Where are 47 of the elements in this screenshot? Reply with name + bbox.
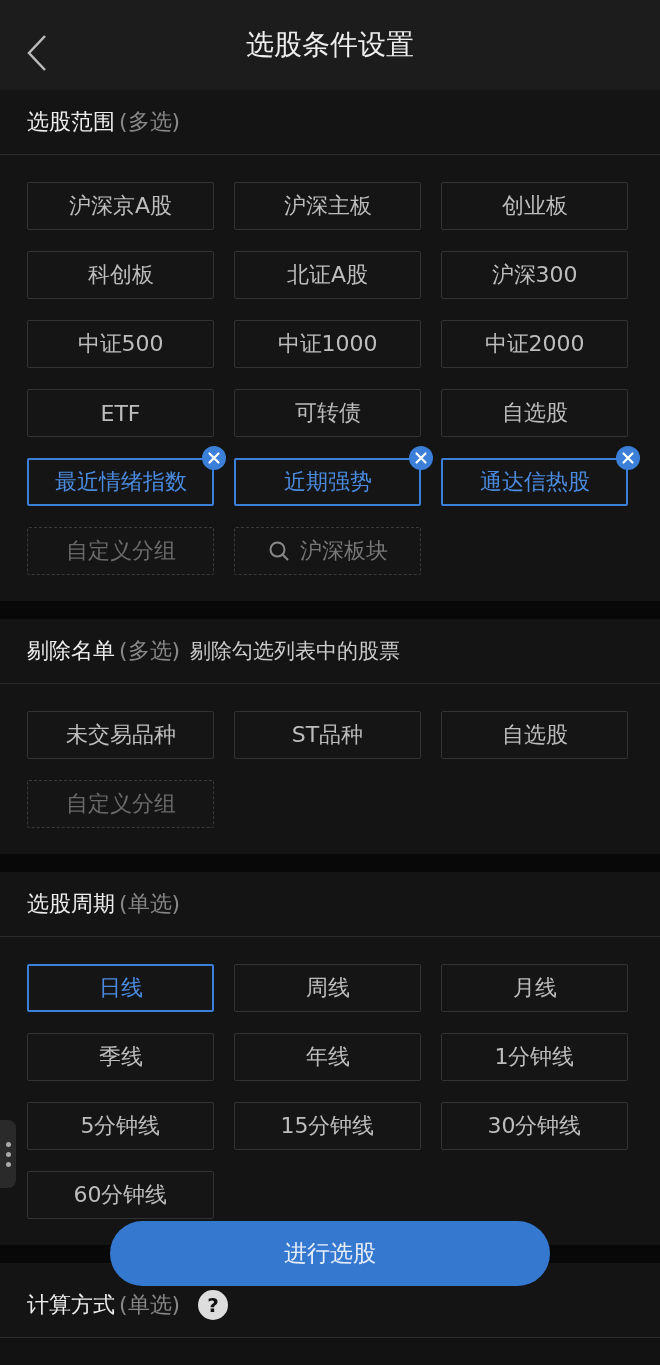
option-chip[interactable]: 通达信热股	[441, 458, 628, 506]
remove-icon[interactable]	[202, 446, 226, 470]
option-chip[interactable]: 中证1000	[234, 320, 421, 368]
help-icon[interactable]: ?	[198, 1290, 229, 1320]
option-chip[interactable]: 沪深主板	[234, 182, 421, 230]
option-chip[interactable]: 沪深300	[441, 251, 628, 299]
section-title: 计算方式	[27, 1291, 115, 1319]
option-chip[interactable]: 月线	[441, 964, 628, 1012]
section-title: 选股周期	[27, 890, 115, 918]
option-chip[interactable]: 北证A股	[234, 251, 421, 299]
option-chip[interactable]: 60分钟线	[27, 1171, 214, 1219]
option-chip[interactable]: 1分钟线	[441, 1033, 628, 1081]
section-title: 选股范围	[27, 108, 115, 136]
option-chip[interactable]: 5分钟线	[27, 1102, 214, 1150]
option-chip[interactable]: 最近情绪指数	[27, 458, 214, 506]
option-chip[interactable]: ETF	[27, 389, 214, 437]
option-chip[interactable]: 中证2000	[441, 320, 628, 368]
section-title: 剔除名单	[27, 637, 115, 665]
option-chip[interactable]: ST品种	[234, 711, 421, 759]
option-chip[interactable]: 近期强势	[234, 458, 421, 506]
option-chip[interactable]: 周线	[234, 964, 421, 1012]
section-hint: (单选)	[119, 890, 181, 918]
section-hint: (多选)	[119, 637, 181, 665]
page-title: 选股条件设置	[246, 27, 414, 63]
option-chip[interactable]: 自选股	[441, 389, 628, 437]
side-handle[interactable]	[0, 1120, 16, 1188]
run-button[interactable]: 进行选股	[110, 1221, 550, 1286]
section-note: 剔除勾选列表中的股票	[190, 638, 401, 665]
option-chip[interactable]: 30分钟线	[441, 1102, 628, 1150]
remove-icon[interactable]	[409, 446, 433, 470]
option-chip[interactable]: 自选股	[441, 711, 628, 759]
search-icon	[267, 540, 290, 562]
option-chip[interactable]: 季线	[27, 1033, 214, 1081]
search-chip[interactable]: 沪深板块	[234, 527, 421, 575]
option-chip[interactable]: 沪深京A股	[27, 182, 214, 230]
option-chip[interactable]: 日线	[27, 964, 214, 1012]
back-icon[interactable]	[26, 33, 48, 73]
option-chip[interactable]: 未交易品种	[27, 711, 214, 759]
section-hint: (单选)	[119, 1291, 181, 1319]
option-chip[interactable]: 年线	[234, 1033, 421, 1081]
option-chip[interactable]: 15分钟线	[234, 1102, 421, 1150]
option-chip[interactable]: 可转债	[234, 389, 421, 437]
remove-icon[interactable]	[616, 446, 640, 470]
option-chip[interactable]: 创业板	[441, 182, 628, 230]
option-chip[interactable]: 中证500	[27, 320, 214, 368]
section-hint: (多选)	[119, 108, 181, 136]
option-chip[interactable]: 科创板	[27, 251, 214, 299]
